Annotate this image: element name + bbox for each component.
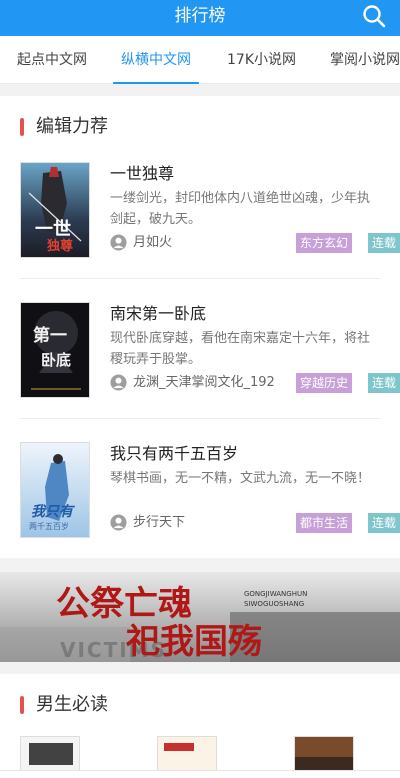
book-description: 现代卧底穿越，看他在南宋嘉定十六年，将社稷玩弄于股掌。 [110,331,371,367]
book-meta: 步行天下 都市生活 连载 [110,513,400,533]
author-icon [110,234,127,251]
book-title[interactable]: 南宋第一卧底 [110,300,206,324]
cover-subtitle: 卧底 [41,351,72,369]
tab-17k[interactable]: 17K小说网 [227,36,296,84]
tab-zongheng[interactable]: 纵横中文网 [113,36,199,84]
book-description: 琴棋书画，无一不精，文武九流，无一不晓！ [110,471,371,486]
book-cover[interactable]: 一世 独尊 [20,162,90,258]
author-name: 龙渊_天津掌阅文化_192 [133,375,275,390]
status-tag: 连载 [368,373,400,393]
divider [20,418,380,419]
status-tag: 连载 [368,233,400,253]
author-icon [110,514,127,531]
search-icon[interactable] [362,4,386,28]
male-picks-section: 男生必读 [0,674,400,776]
book-title[interactable]: 一世独尊 [110,160,174,184]
memorial-banner[interactable]: VICTIMS 公祭亡魂 祀我国殇 GONGJIWANGHUN SIWOGUOS… [0,572,400,662]
editor-picks-section: 编辑力荐 一世 独尊 一世独尊 一缕剑光，封印他体内八道绝世凶魂，少年执剑起，破… [0,96,400,558]
book-title[interactable]: 我只有两千五百岁 [110,440,238,464]
cover-title: 第一 [33,326,67,346]
author-name: 步行天下 [133,515,186,530]
book-meta: 龙渊_天津掌阅文化_192 穿越历史 连载 [110,373,400,393]
source-tabs: 起点中文网 纵横中文网 17K小说网 掌阅小说网 [0,36,400,84]
book-item[interactable]: 一世 独尊 一世独尊 一缕剑光，封印他体内八道绝世凶魂，少年执剑起，破九天。 月… [20,160,400,278]
genre-tag[interactable]: 东方玄幻 [296,233,353,253]
banner-pinyin-2: SIWOGUOSHANG [244,600,305,608]
genre-tag[interactable]: 都市生活 [296,513,353,533]
section-title: 男生必读 [20,694,108,716]
book-description: 一缕剑光，封印他体内八道绝世凶魂，少年执剑起，破九天。 [110,191,371,227]
cover-title: 我只有 [31,504,73,520]
bottom-navigation [0,770,400,778]
book-meta: 月如火 东方玄幻 连载 [110,233,400,253]
divider [20,278,380,279]
status-tag: 连载 [368,513,400,533]
tab-qidian[interactable]: 起点中文网 [17,36,87,84]
book-item[interactable]: 我只有 两千五百岁 我只有两千五百岁 琴棋书画，无一不精，文武九流，无一不晓！ … [20,440,400,558]
book-item[interactable]: 第一 卧底 南宋第一卧底 现代卧底穿越，看他在南宋嘉定十六年，将社稷玩弄于股掌。… [20,300,400,418]
banner-headline-2: 祀我国殇 [126,622,262,662]
page-title: 排行榜 [174,6,226,26]
app-header: 排行榜 [0,0,400,36]
cover-subtitle: 两千五百岁 [29,522,69,531]
author-name: 月如火 [133,235,173,250]
section-title: 编辑力荐 [20,116,108,138]
book-cover[interactable]: 第一 卧底 [20,302,90,398]
banner-pinyin-1: GONGJIWANGHUN [244,590,308,598]
cover-subtitle: 独尊 [47,239,74,254]
genre-tag[interactable]: 穿越历史 [296,373,353,393]
book-cover[interactable]: 我只有 两千五百岁 [20,442,90,538]
author-icon [110,374,127,391]
tab-zhangyue[interactable]: 掌阅小说网 [330,36,400,84]
